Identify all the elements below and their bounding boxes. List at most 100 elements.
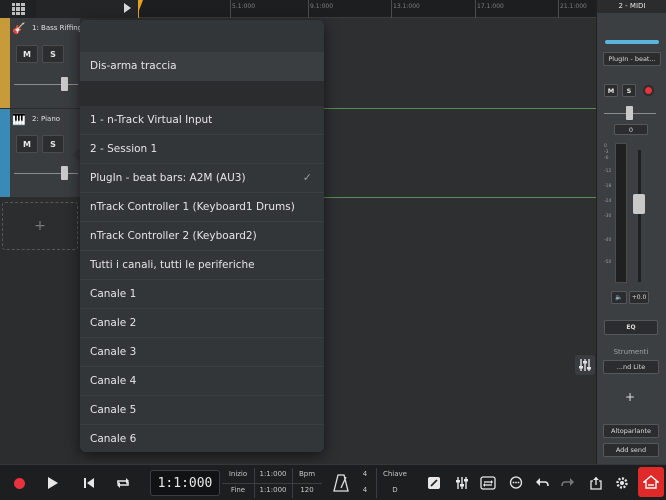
track-name: 1: Bass Riffing [32, 24, 83, 32]
track-2[interactable]: 🎹 2: Piano M S [0, 109, 80, 197]
menu-item-input[interactable]: 2 - Session 1 [80, 135, 324, 164]
instruments-label: Strumenti [613, 348, 649, 356]
play-from-marker-icon[interactable] [124, 3, 131, 13]
track-color-strip [0, 18, 10, 108]
menu-separator [80, 81, 324, 106]
menu-item-input[interactable]: nTrack Controller 1 (Keyboard1 Drums) [80, 193, 324, 222]
ruler-mark: 17.1:000 [477, 3, 504, 10]
end-value[interactable]: 1:1:000 [256, 486, 290, 494]
settings-button[interactable] [608, 465, 636, 500]
track-1[interactable]: 🎸 1: Bass Riffing M S [0, 18, 83, 108]
sync-icon [480, 476, 496, 490]
menu-caret [72, 148, 80, 162]
channel-mute-button[interactable]: M [604, 84, 618, 97]
channel-title: 2 - MIDI [597, 0, 666, 13]
volume-slider[interactable] [14, 84, 78, 85]
add-send-button[interactable]: Add send [603, 443, 659, 457]
input-select-button[interactable]: PlugIn - beat... [603, 52, 661, 66]
redo-icon [561, 478, 574, 487]
db-mark: -18 [604, 184, 612, 189]
mixer-button[interactable] [448, 465, 476, 500]
checkmark-icon: ✓ [302, 171, 312, 184]
play-icon [48, 477, 58, 489]
mixer-toggle-button[interactable] [575, 355, 595, 375]
play-button[interactable] [36, 465, 70, 500]
app-window: 5.1:000 9.1:000 13.1:000 17.1:000 21.1:0… [0, 0, 666, 500]
menu-item-input-selected[interactable]: PlugIn - beat bars: A2M (AU3) ✓ [80, 164, 324, 193]
gear-icon [616, 477, 628, 489]
time-signature-bottom[interactable]: 4 [358, 486, 372, 494]
home-button[interactable] [638, 467, 664, 497]
speaker-icon[interactable]: 🔈 [611, 291, 627, 304]
pan-slider-knob[interactable] [626, 106, 633, 120]
redo-button[interactable] [554, 465, 582, 500]
ruler-mark: 13.1:000 [393, 3, 420, 10]
playhead-marker[interactable] [138, 0, 148, 13]
output-select[interactable]: Altoparlante [603, 424, 659, 438]
menu-item-channel[interactable]: Canale 5 [80, 396, 324, 425]
record-arm-button[interactable] [643, 85, 654, 96]
db-mark: -40 [604, 238, 612, 243]
level-meter [615, 143, 627, 283]
menu-item-channel[interactable]: Canale 2 [80, 309, 324, 338]
loop-button[interactable] [106, 465, 140, 500]
mute-button[interactable]: M [16, 45, 38, 63]
grid-menu-button[interactable] [0, 0, 36, 18]
menu-item-channel[interactable]: Canale 4 [80, 367, 324, 396]
metronome-icon [333, 474, 349, 492]
menu-item-channel[interactable]: Canale 3 [80, 338, 324, 367]
db-mark: -50 [604, 260, 612, 265]
volume-fader[interactable] [638, 150, 641, 282]
ruler-mark: 9.1:000 [310, 3, 334, 10]
share-icon [590, 477, 602, 490]
menu-item-input[interactable]: nTrack Controller 2 (Keyboard2) [80, 222, 324, 251]
volume-fader-knob[interactable] [633, 194, 645, 214]
sync-button[interactable] [474, 465, 502, 500]
db-mark: -3 [604, 150, 609, 155]
edit-button[interactable] [420, 465, 448, 500]
volume-slider-knob[interactable] [61, 77, 68, 91]
menu-item-channel[interactable]: Canale 6 [80, 425, 324, 452]
record-icon [13, 477, 25, 489]
add-track-button[interactable]: + [2, 202, 78, 250]
db-mark: -30 [604, 214, 612, 219]
grid-icon [11, 3, 25, 15]
add-effect-button[interactable]: + [625, 390, 635, 404]
instrument-select[interactable]: ...nd Lite [603, 360, 659, 374]
timeline-ruler[interactable]: 5.1:000 9.1:000 13.1:000 17.1:000 21.1:0… [138, 0, 596, 18]
db-mark: 0 [604, 144, 607, 149]
chat-button[interactable] [502, 465, 530, 500]
track-header-bar [36, 0, 138, 18]
solo-button[interactable]: S [42, 45, 64, 63]
menu-item-channel[interactable]: Canale 1 [80, 280, 324, 309]
bpm-label: Bpm [298, 470, 316, 478]
record-button[interactable] [2, 465, 36, 500]
time-signature-top[interactable]: 4 [358, 470, 372, 478]
pencil-icon [428, 477, 440, 489]
menu-item-channel[interactable]: Tutti i canali, tutti le periferiche [80, 251, 324, 280]
volume-slider-knob[interactable] [61, 166, 68, 180]
solo-button[interactable]: S [42, 135, 64, 153]
start-value[interactable]: 1:1:000 [256, 470, 290, 478]
time-counter[interactable]: 1:1:000 [150, 470, 220, 496]
track-color-strip [0, 109, 10, 197]
volume-slider[interactable] [14, 173, 78, 174]
gain-value[interactable]: +0.0 [629, 291, 649, 304]
start-label: Inizio [228, 470, 248, 478]
menu-item-input[interactable]: 1 - n-Track Virtual Input [80, 106, 324, 135]
eq-button[interactable]: EQ [604, 320, 658, 335]
bpm-value[interactable]: 120 [294, 486, 320, 494]
key-value[interactable]: D [380, 486, 410, 494]
disarm-track-item[interactable]: Dis-arma traccia [80, 52, 324, 81]
guitar-icon: 🎸 [12, 22, 26, 35]
mute-button[interactable]: M [16, 135, 38, 153]
channel-solo-button[interactable]: S [622, 84, 636, 97]
db-mark: -12 [604, 169, 612, 174]
chat-icon [509, 476, 523, 489]
skip-back-icon [84, 478, 94, 488]
rewind-button[interactable] [72, 465, 106, 500]
metronome-button[interactable] [330, 470, 352, 496]
undo-button[interactable] [528, 465, 556, 500]
share-button[interactable] [582, 465, 610, 500]
pan-value: 0 [614, 124, 648, 135]
